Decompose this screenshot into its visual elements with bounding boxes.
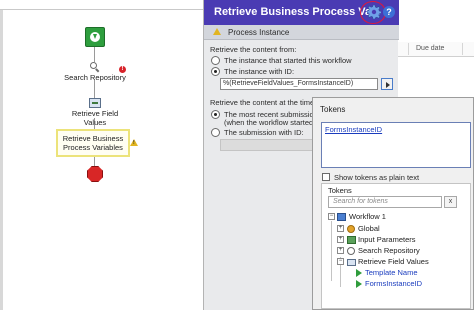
- start-arrow-icon: [90, 32, 100, 42]
- activity-label: Search Repository: [64, 73, 126, 82]
- show-plain-text-label: Show tokens as plain text: [334, 173, 420, 182]
- expand-toggle[interactable]: +: [337, 225, 344, 232]
- radio-started-instance[interactable]: [211, 56, 220, 65]
- properties-title-bar: Retrieve Business Process Va... ?: [204, 0, 399, 25]
- activity-retrieve-field-values[interactable]: Retrieve Field Values: [66, 98, 124, 127]
- token-icon: [356, 269, 362, 277]
- radio-started-instance-label: The instance that started this workflow: [224, 56, 352, 65]
- collapse-toggle[interactable]: −: [328, 213, 335, 220]
- tokens-popup: Tokens FormsInstanceID Show tokens as pl…: [312, 97, 474, 310]
- tree-node-global[interactable]: Global: [358, 224, 380, 234]
- retrieve-time-label: Retrieve the content at the time of:: [210, 98, 325, 107]
- warning-icon: [213, 28, 221, 35]
- tree-guide: [331, 221, 332, 281]
- search-icon: [347, 247, 355, 255]
- clear-search-button[interactable]: x: [444, 196, 457, 208]
- activity-search-repository[interactable]: Search Repository: [64, 62, 126, 82]
- properties-title: Retrieve Business Process Va...: [214, 6, 381, 18]
- field-values-icon: [89, 98, 101, 108]
- show-plain-text-checkbox[interactable]: [322, 173, 330, 181]
- tree-token-forms-instance-id[interactable]: FormsInstanceID: [365, 279, 422, 289]
- column-due-date[interactable]: Due date: [416, 45, 444, 52]
- tokens-editor[interactable]: FormsInstanceID: [321, 122, 471, 168]
- token-tree-header: Tokens: [328, 186, 352, 195]
- field-values-icon: [347, 259, 356, 266]
- activity-content: Retrieve Business Process Variables: [60, 134, 126, 152]
- tree-node-retrieve-field-values[interactable]: Retrieve Field Values: [358, 257, 429, 267]
- expand-toggle[interactable]: +: [337, 247, 344, 254]
- tree-node-workflow[interactable]: Workflow 1: [349, 212, 386, 222]
- workflow-canvas: Search Repository ! Retrieve Field Value…: [0, 0, 206, 310]
- token-tree-panel: Tokens Search for tokens x − Workflow 1 …: [321, 183, 471, 309]
- section-process-instance[interactable]: Process Instance: [204, 25, 399, 40]
- app-root: Search Repository ! Retrieve Field Value…: [0, 0, 474, 310]
- connector-line: [94, 47, 95, 62]
- search-icon: [90, 62, 100, 73]
- activity-retrieve-business-process-variables[interactable]: Retrieve Business Process Variables: [56, 129, 130, 157]
- radio-recent-submission[interactable]: [211, 110, 220, 119]
- background-grid: Due date: [398, 42, 474, 102]
- tree-token-template-name[interactable]: Template Name: [365, 268, 418, 278]
- radio-submission-with-id-label: The submission with ID:: [224, 128, 304, 137]
- start-node[interactable]: [85, 27, 105, 47]
- token-picker-button[interactable]: [381, 78, 393, 90]
- submission-id-input: [220, 139, 320, 151]
- expand-toggle[interactable]: +: [337, 236, 344, 243]
- tree-node-input-parameters[interactable]: Input Parameters: [358, 235, 416, 245]
- section-title: Process Instance: [228, 28, 290, 37]
- column-separator: [462, 43, 463, 55]
- grid-header: Due date: [398, 42, 474, 57]
- warning-badge-icon: !: [130, 139, 138, 146]
- globe-icon: [347, 225, 355, 233]
- instance-id-input[interactable]: %(RetrieveFieldValues_FormsInstanceID): [220, 78, 378, 90]
- radio-submission-with-id[interactable]: [211, 128, 220, 137]
- end-node[interactable]: [87, 166, 103, 182]
- error-badge-icon: !: [119, 66, 126, 73]
- column-separator: [408, 43, 409, 55]
- activity-label: Retrieve Field Values: [71, 109, 119, 127]
- token-icon: [356, 280, 362, 288]
- token-search-input[interactable]: Search for tokens: [328, 196, 442, 208]
- activity-label: Retrieve Business Process Variables: [62, 134, 124, 152]
- help-icon[interactable]: ?: [383, 6, 395, 18]
- collapse-toggle[interactable]: −: [337, 258, 344, 265]
- tokens-popup-title: Tokens: [320, 105, 346, 114]
- workflow-icon: [337, 213, 346, 221]
- canvas-left-border: [0, 0, 3, 310]
- tree-node-search-repository[interactable]: Search Repository: [358, 246, 420, 256]
- retrieve-content-from-label: Retrieve the content from:: [210, 45, 297, 54]
- token-link[interactable]: FormsInstanceID: [325, 125, 382, 134]
- connector-line: [94, 157, 95, 167]
- gear-icon[interactable]: [367, 5, 381, 19]
- canvas-top-bar: [0, 0, 206, 10]
- radio-instance-with-id-label: The instance with ID:: [224, 67, 295, 76]
- connector-line: [94, 80, 95, 98]
- radio-instance-with-id[interactable]: [211, 67, 220, 76]
- parameters-icon: [347, 236, 356, 244]
- radio-recent-submission-sublabel: (when the workflow started): [224, 118, 316, 127]
